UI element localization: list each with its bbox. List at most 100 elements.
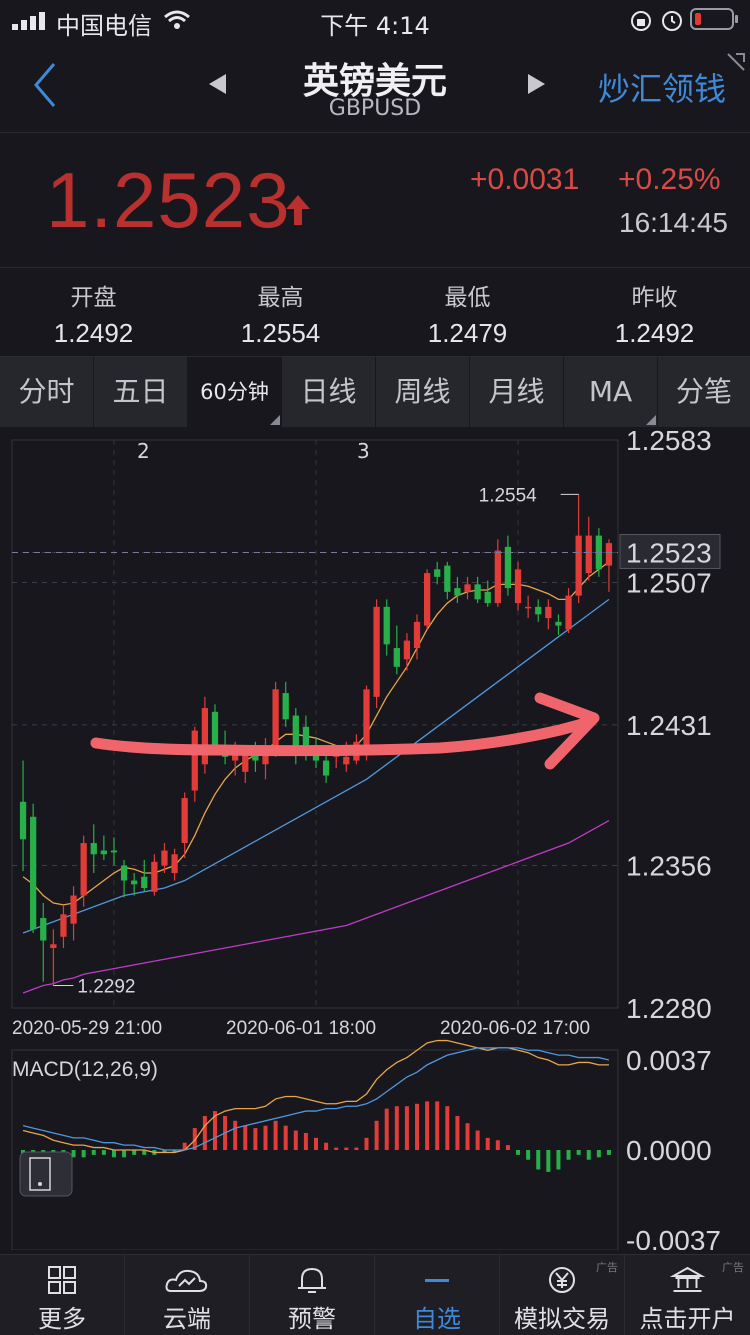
bottom-cloud[interactable]: 云端 — [125, 1255, 250, 1335]
macd-bar — [556, 1150, 561, 1170]
macd-bar — [233, 1120, 238, 1150]
ad-badge: 广告 — [722, 1261, 744, 1274]
bottom-alert[interactable]: 预警 — [250, 1255, 375, 1335]
chart-frame — [11, 439, 619, 1009]
macd-title: MACD(12,26,9) — [12, 1058, 158, 1081]
tab-60min[interactable]: 60分钟 — [188, 357, 282, 427]
macd-bar — [243, 1125, 248, 1150]
candle-body — [282, 693, 289, 720]
candle-body — [413, 621, 421, 649]
dash-icon — [425, 1279, 449, 1282]
battery-icon — [690, 8, 738, 30]
candle-body — [161, 850, 168, 866]
macd-bar — [425, 1101, 430, 1150]
candle-body — [322, 760, 330, 776]
macd-bar — [374, 1120, 379, 1150]
macd-bar — [576, 1150, 581, 1155]
stats-row: 开盘 1.2492 最高 1.2554 最低 1.2479 昨收 1.2492 — [0, 268, 750, 357]
stat-value: 1.2492 — [53, 318, 134, 348]
tab-weekly[interactable]: 周线 — [376, 357, 470, 427]
status-bar: 中国电信 下午 4:14 — [0, 0, 750, 40]
phone-rotate-icon-dot — [38, 1182, 42, 1186]
stat-label: 昨收 — [631, 285, 678, 311]
y-tick-label: 1.2507 — [626, 567, 712, 598]
current-price: 1.2523 — [46, 156, 291, 244]
candle-body — [514, 569, 522, 604]
alarm-icon — [662, 11, 682, 31]
candle-body — [171, 854, 178, 874]
candle-body — [454, 588, 461, 596]
candle-body — [393, 648, 400, 667]
stat-label: 最低 — [444, 285, 491, 311]
macd-bar — [526, 1150, 531, 1160]
candle-body — [201, 708, 209, 765]
lock-rotation-icon — [631, 11, 651, 31]
macd-bar — [536, 1150, 541, 1170]
tab-daily[interactable]: 日线 — [282, 357, 376, 427]
macd-bar — [344, 1147, 349, 1150]
candle-body — [403, 640, 411, 660]
macd-bar — [324, 1142, 329, 1150]
macd-bar — [455, 1115, 460, 1150]
price-change-percent: +0.25% — [618, 163, 721, 196]
candle-body — [151, 861, 158, 892]
macd-bar — [283, 1125, 288, 1150]
x-tick-label: 2020-06-01 18:00 — [226, 1018, 376, 1039]
bottom-label: 云端 — [163, 1305, 211, 1333]
candle-body — [30, 816, 37, 930]
tab-timeshare[interactable]: 分时 — [0, 357, 94, 427]
macd-y-tick: -0.0037 — [626, 1225, 721, 1250]
bottom-label: 自选 — [413, 1305, 461, 1333]
tab-monthly[interactable]: 月线 — [470, 357, 564, 427]
cloud-icon — [165, 1269, 208, 1292]
candle-body — [191, 730, 198, 791]
low-annotation: 1.2292 — [77, 977, 135, 998]
bottom-watchlist[interactable]: 自选 — [375, 1255, 500, 1335]
kline-chart-area[interactable]: 1.2583 1.2523 1.2507 1.2431 1.2356 1.2280 2020… — [0, 425, 750, 1256]
macd-bar — [546, 1150, 551, 1172]
tab-tick[interactable]: 分笔 — [658, 357, 750, 427]
tab-five-day[interactable]: 五日 — [94, 357, 188, 427]
up-arrow-icon — [286, 195, 310, 225]
candle-body — [60, 914, 67, 937]
macd-bar — [495, 1140, 500, 1150]
candle-body — [464, 584, 471, 592]
y-tick-label: 1.2280 — [626, 993, 712, 1024]
candle-body — [484, 591, 491, 604]
macd-bar — [354, 1147, 359, 1150]
expand-icon[interactable] — [724, 50, 748, 74]
macd-bar — [314, 1137, 318, 1150]
bottom-more[interactable]: 更多 — [0, 1255, 125, 1335]
stat-value: 1.2554 — [240, 318, 321, 348]
tab-ma[interactable]: MA — [564, 357, 658, 427]
macd-y-tick: 0.0000 — [626, 1135, 712, 1166]
candle-body — [555, 621, 562, 626]
bottom-open-account[interactable]: 点击开户 广告 — [625, 1255, 750, 1335]
grid-icon — [48, 1266, 76, 1294]
macd-bar — [111, 1150, 116, 1158]
next-symbol-icon[interactable] — [526, 72, 548, 96]
candle-body — [605, 543, 613, 566]
candle-body — [302, 726, 310, 746]
bell-icon — [298, 1267, 326, 1293]
macd-bar — [293, 1130, 298, 1150]
macd-bar — [334, 1147, 339, 1150]
macd-bar — [516, 1150, 521, 1155]
bottom-label: 更多 — [38, 1305, 86, 1333]
candle-body — [100, 850, 107, 855]
stat-label: 开盘 — [70, 285, 117, 311]
candle-body — [474, 584, 481, 600]
macd-bar — [122, 1150, 127, 1158]
chart-svg[interactable]: 1.2583 1.25231.2507 1.2431 1.2356 1.2280 2020… — [0, 425, 750, 1256]
macd-bar — [273, 1120, 278, 1150]
candle-body — [292, 715, 299, 750]
bottom-sim-trade[interactable]: 模拟交易 广告 — [500, 1255, 625, 1335]
macd-bar — [394, 1106, 399, 1150]
candle-body — [575, 535, 582, 596]
candle-body — [545, 606, 552, 619]
promo-link[interactable]: 炒汇领钱 — [598, 64, 726, 110]
y-tick-label: 1.2356 — [626, 851, 712, 882]
macd-bar — [586, 1150, 591, 1160]
y-tick-label: 1.2583 — [626, 430, 712, 456]
bottom-label: 点击开户 — [639, 1305, 736, 1333]
